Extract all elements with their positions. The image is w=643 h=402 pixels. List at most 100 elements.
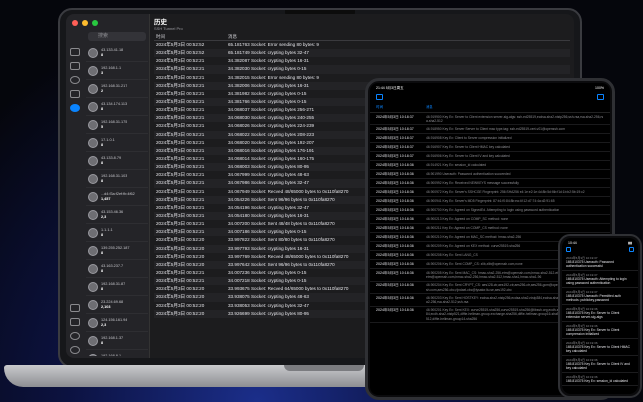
log-time: 2024年5月3日 00:52:20 [156, 294, 205, 300]
zoom-button[interactable] [92, 20, 98, 26]
connection-host: 192.168.31.217 [101, 84, 128, 88]
connection-item[interactable]: 43.133.41.18 8 [86, 44, 148, 62]
database-icon[interactable] [70, 76, 80, 84]
list-icon[interactable] [70, 48, 80, 56]
connection-item[interactable]: 192.168.31.103 8 [86, 170, 148, 188]
connection-item[interactable]: 192.168.31.217 2 [86, 80, 148, 98]
table-row[interactable]: 2024年5月3日 10:18:36 46.900213 Key Ex: Agre… [370, 215, 610, 225]
connection-item[interactable]: 17.1.0.1 8 [86, 134, 148, 152]
log-message: 165.810375 Userauth: Password authentica… [566, 260, 615, 268]
table-row[interactable]: 2024年5月3日 10:18:37 46.916908 Key Ex: Clie… [370, 134, 610, 144]
connection-item[interactable]: ...d4:f3a:f2ef:fb:4f62 1,457 [86, 188, 148, 206]
connection-count: 2,3 [101, 214, 107, 219]
ipad-column-message[interactable]: 消息 [426, 105, 604, 110]
table-row[interactable]: 2024年5月3日 10:18:37 46.919900 Key Ex: Serv… [370, 113, 610, 126]
connection-text: 192.168.31.175 5 [101, 120, 127, 129]
table-row[interactable]: 2024年5月3日 10:18:36 46.900700 Key Ex: Agre… [370, 206, 610, 216]
log-time: 2024年5月3日 00:52:21 [156, 82, 205, 88]
table-row[interactable]: 2024年5月3日 10:18:37 46.918950 Key Ex: Serv… [370, 125, 610, 135]
log-message: 46.916908 Key Ex: Client to Server compr… [426, 135, 512, 140]
iphone-log-list: 2024年5月3日 10:19:37 165.810375 Userauth: P… [562, 254, 638, 386]
document-icon[interactable] [70, 90, 80, 98]
list-item[interactable]: 2024年5月3日 10:19:36 165.810375 Key Ex: Ser… [562, 339, 638, 356]
list-item[interactable]: 2024年5月3日 10:19:36 165.810375 Key Ex: Ser… [562, 322, 638, 339]
table-row[interactable]: 2024年5月3日 10:18:36 46.900211 Key Ex: Agre… [370, 224, 610, 234]
connection-icon [88, 317, 98, 328]
traffic-lights [72, 20, 98, 26]
table-row[interactable]: 2024年5月3日 10:18:36 46.900941 Key Ex: Serv… [370, 197, 610, 207]
sidebar-toggle-icon[interactable] [376, 94, 383, 100]
log-time: 2024年5月3日 00:52:21 [156, 147, 205, 153]
connection-item[interactable]: 192.168.31.87 8 [86, 278, 148, 296]
connection-item[interactable]: 139.255.252.187 8 [86, 242, 148, 260]
connection-text: 192.168.31.103 8 [101, 174, 127, 183]
network-icon[interactable] [70, 318, 80, 326]
folder-icon[interactable] [70, 62, 80, 70]
log-time: 2024年5月3日 00:52:21 [156, 90, 205, 96]
connection-item[interactable]: 43.134.174.113 8 [86, 98, 148, 116]
log-time: 2024年5月3日 10:18:36 [376, 198, 414, 203]
history-icon[interactable] [70, 104, 80, 112]
connection-item[interactable]: 1.1.1.1 8 [86, 224, 148, 242]
table-row[interactable]: 2024年5月3日 00:52:52 65.181763 Socket: Erro… [154, 41, 570, 49]
connection-count: 8 [101, 142, 104, 147]
log-time: 2024年5月3日 10:18:37 [376, 114, 414, 119]
table-row[interactable]: 2024年5月3日 10:18:36 46.914921 Key Ex: sess… [370, 161, 610, 171]
connection-icon [88, 353, 98, 356]
iphone-screen: 10:44 ▮▮ 2024年5月3日 10:19:37 165.810375 Us… [562, 238, 638, 394]
terminal-icon[interactable] [70, 304, 80, 312]
connection-item[interactable]: 192.168.1.37 8 [86, 332, 148, 350]
connection-text: 43.133.41.18 8 [101, 48, 123, 57]
log-time: 2024年5月3日 10:18:36 [376, 216, 414, 221]
close-button[interactable] [72, 20, 78, 26]
list-item[interactable]: 2024年5月3日 10:19:36 165.810375 Key Ex: Ser… [562, 356, 638, 373]
column-time[interactable]: 时间 [154, 32, 228, 40]
connection-host: 192.168.31.87 [101, 282, 126, 286]
ipad-column-time[interactable]: 时间 [376, 105, 426, 110]
table-row[interactable]: 2024年5月3日 10:18:36 46.901990 Userauth: Pa… [370, 170, 610, 180]
settings-icon[interactable] [70, 332, 80, 340]
ipad-battery: 100% [595, 86, 604, 90]
table-row[interactable]: 2024年5月3日 10:18:36 46.900992 Key Ex: Rece… [370, 179, 610, 189]
connection-item[interactable]: 43.133.8.79 8 [86, 152, 148, 170]
connection-item[interactable]: 43.153.46.36 2,3 [86, 206, 148, 224]
connection-host: 43.163.237.7 [101, 264, 124, 268]
column-message[interactable]: 消息 [228, 32, 570, 40]
list-item[interactable]: 2024年5月3日 10:19:37 165.810375 Userauth: A… [562, 271, 638, 288]
connection-item[interactable]: 192.168.1.1 3 [86, 62, 148, 80]
log-time: 2024年5月3日 10:18:36 [376, 189, 414, 194]
back-icon[interactable] [566, 247, 571, 252]
log-time: 2024年5月3日 00:52:20 [156, 253, 205, 259]
log-time: 2024年5月3日 00:52:21 [156, 58, 205, 64]
connection-item[interactable]: 23.224.69.68 2,103 [86, 296, 148, 314]
log-time: 2024年5月3日 10:18:36 [376, 295, 414, 300]
connection-item[interactable]: 192.168.31.175 5 [86, 116, 148, 134]
connection-count: 3 [101, 70, 104, 75]
table-row[interactable]: 2024年5月3日 10:18:36 46.900972 Key Ex: Serv… [370, 188, 610, 198]
table-row[interactable]: 2024年5月3日 00:52:21 34.382030 Socket: cryp… [154, 65, 570, 74]
table-row[interactable]: 2024年5月3日 00:52:21 34.382087 Socket: cryp… [154, 57, 570, 65]
table-row[interactable]: 2024年5月3日 10:18:37 46.916906 Key Ex: Serv… [370, 152, 610, 162]
share-icon[interactable] [629, 247, 634, 252]
connection-text: 192.168.1.1 3 [101, 66, 121, 75]
connection-item[interactable]: 192.168.8.18 [86, 350, 148, 356]
table-row[interactable]: 2024年5月3日 00:52:52 65.181749 Socket: cryp… [154, 49, 570, 58]
log-time: 2024年5月3日 00:52:21 [156, 180, 205, 186]
info-icon[interactable] [70, 346, 80, 354]
search-input[interactable]: 搜索 [88, 32, 146, 41]
connection-icon [88, 83, 98, 94]
log-time: 2024年5月3日 10:18:36 [376, 261, 414, 266]
connection-item[interactable]: 124.156.161.94 2,3 [86, 314, 148, 332]
list-item[interactable]: 2024年5月3日 10:19:36 165.810375 Key Ex: ses… [562, 373, 638, 386]
connection-item[interactable]: 43.163.237.7 8 [86, 260, 148, 278]
minimize-button[interactable] [82, 20, 88, 26]
log-time: 2024年5月3日 00:52:21 [156, 196, 205, 202]
log-table-header: 时间 消息 [154, 32, 570, 41]
table-row[interactable]: 2024年5月3日 10:18:37 46.916907 Key Ex: Serv… [370, 143, 610, 153]
list-item[interactable]: 2024年5月3日 10:19:36 165.810375 Key Ex: Ser… [562, 305, 638, 322]
list-item[interactable]: 2024年5月3日 10:19:37 165.810375 Userauth: P… [562, 254, 638, 271]
list-item[interactable]: 2024年5月3日 10:19:37 165.810375 Userauth: P… [562, 288, 638, 305]
ipad-clock: 21:44 5月3日周五 [376, 86, 404, 90]
connection-text: 43.163.237.7 8 [101, 264, 123, 273]
share-icon[interactable] [597, 94, 604, 100]
